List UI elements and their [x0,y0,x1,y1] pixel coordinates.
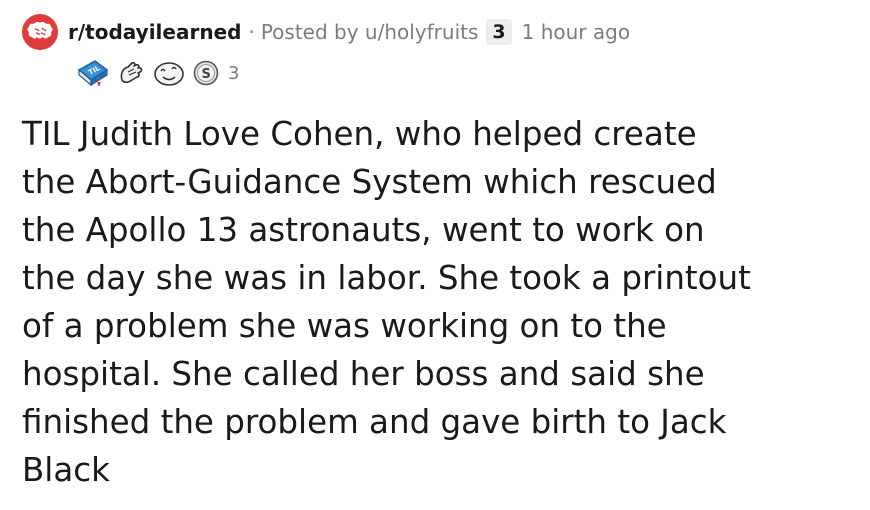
user-karma-badge: 3 [486,19,512,45]
post-header: r/todayilearned · Posted by u/holyfruits… [22,12,630,52]
awards-row[interactable]: TIL S 3 [76,57,239,89]
meta-separator: · [248,20,255,44]
post-timestamp[interactable]: 1 hour ago [522,20,630,44]
subreddit-brain-icon[interactable] [22,14,58,50]
til-book-icon[interactable]: TIL [76,58,110,88]
post-title[interactable]: TIL Judith Love Cohen, who helped create… [22,110,862,494]
silver-coin-icon[interactable]: S [192,59,220,87]
posted-by-user[interactable]: Posted by u/holyfruits [261,20,479,44]
dabbing-hand-icon[interactable] [116,58,146,88]
silly-face-icon[interactable] [152,58,186,88]
subreddit-name[interactable]: r/todayilearned [68,20,241,44]
svg-text:S: S [202,67,211,82]
reddit-post: r/todayilearned · Posted by u/holyfruits… [0,0,870,510]
award-count: 3 [228,62,240,84]
